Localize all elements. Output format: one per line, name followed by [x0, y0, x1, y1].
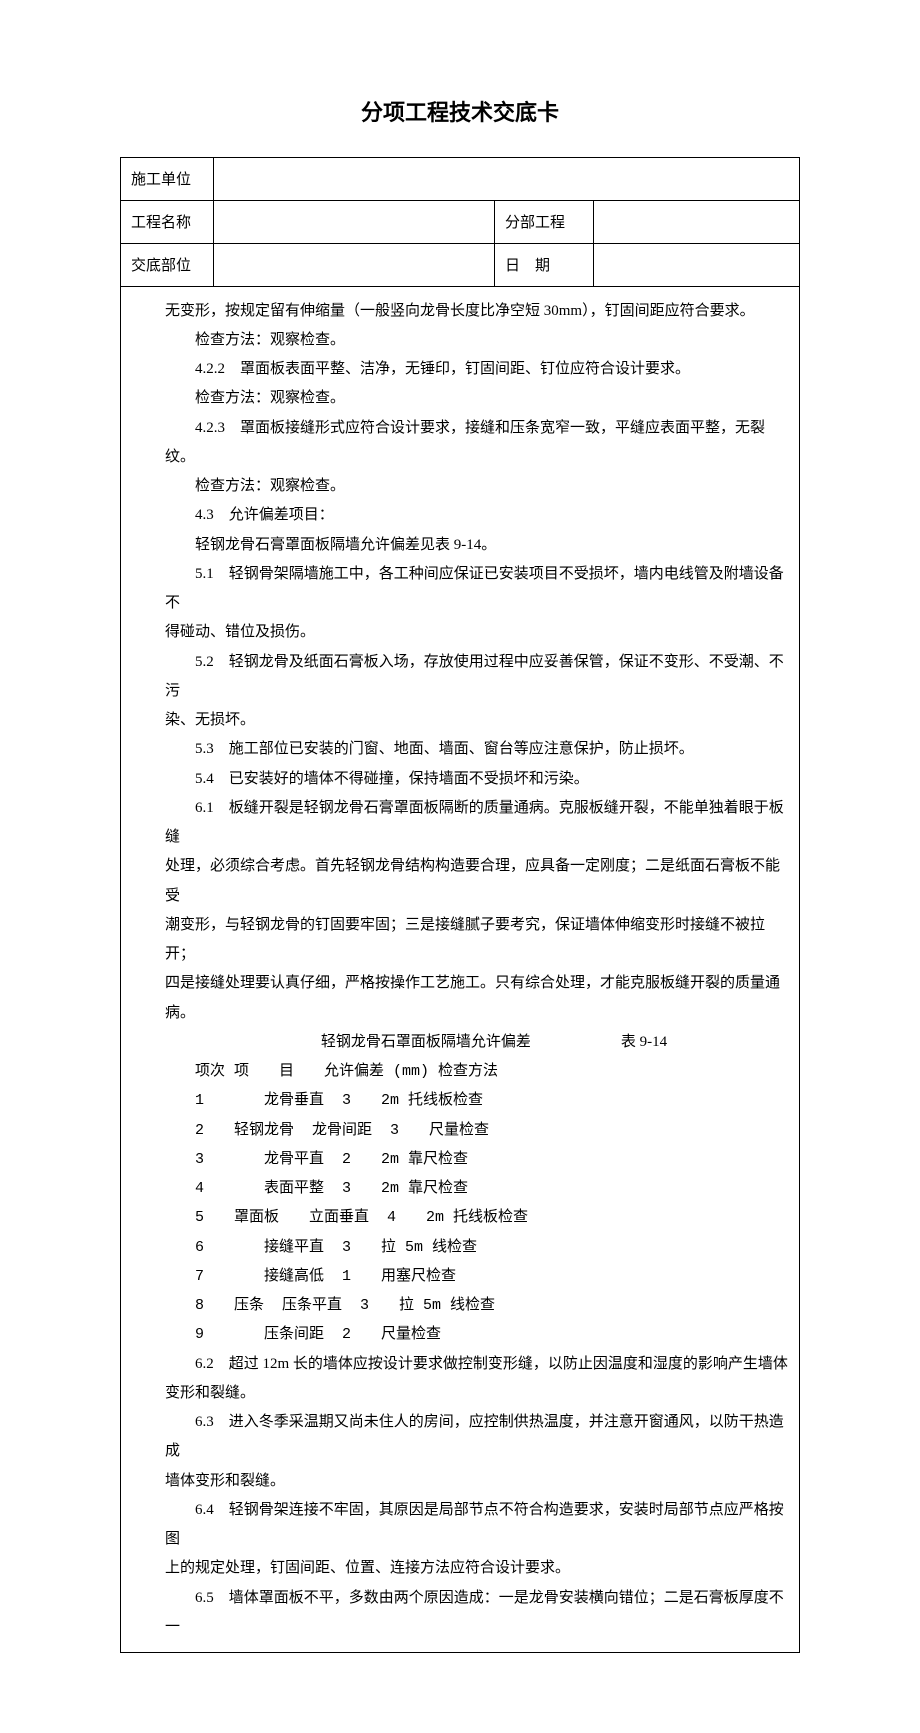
part-label: 交底部位	[121, 243, 214, 286]
para: 变形和裂缝。	[165, 1379, 793, 1408]
page-title: 分项工程技术交底卡	[120, 95, 800, 127]
para: 检查方法：观察检查。	[165, 384, 793, 413]
para: 6.5 墙体罩面板不平，多数由两个原因造成：一是龙骨安装横向错位；二是石膏板厚度…	[165, 1584, 793, 1643]
para: 上的规定处理，钉固间距、位置、连接方法应符合设计要求。	[165, 1554, 793, 1583]
tolerance-row: 4 表面平整 3 2m 靠尺检查	[165, 1174, 793, 1203]
tolerance-title: 轻钢龙骨石罩面板隔墙允许偏差 表 9-14	[165, 1028, 793, 1057]
tolerance-row: 9 压条间距 2 尺量检查	[165, 1320, 793, 1349]
para: 得碰动、错位及损伤。	[165, 618, 793, 647]
para: 5.4 已安装好的墙体不得碰撞，保持墙面不受损坏和污染。	[165, 765, 793, 794]
header-table: 施工单位 工程名称 分部工程 交底部位 日 期	[120, 157, 800, 287]
date-label: 日 期	[495, 243, 594, 286]
para: 5.2 轻钢龙骨及纸面石膏板入场，存放使用过程中应妥善保管，保证不变形、不受潮、…	[165, 648, 793, 707]
para: 6.3 进入冬季采温期又尚未住人的房间，应控制供热温度，并注意开窗通风，以防干热…	[165, 1408, 793, 1467]
sub-label: 分部工程	[495, 200, 594, 243]
tolerance-row: 2 轻钢龙骨 龙骨间距 3 尺量检查	[165, 1116, 793, 1145]
tolerance-row: 8 压条 压条平直 3 拉 5m 线检查	[165, 1291, 793, 1320]
para: 5.3 施工部位已安装的门窗、地面、墙面、窗台等应注意保护，防止损坏。	[165, 735, 793, 764]
para: 墙体变形和裂缝。	[165, 1467, 793, 1496]
tolerance-row: 7 接缝高低 1 用塞尺检查	[165, 1262, 793, 1291]
para: 检查方法：观察检查。	[165, 472, 793, 501]
tolerance-head: 项次 项 目 允许偏差 (mm) 检查方法	[165, 1057, 793, 1086]
para: 6.2 超过 12m 长的墙体应按设计要求做控制变形缝，以防止因温度和湿度的影响…	[165, 1350, 793, 1379]
para: 四是接缝处理要认真仔细，严格按操作工艺施工。只有综合处理，才能克服板缝开裂的质量…	[165, 969, 793, 1028]
project-value	[214, 200, 495, 243]
para: 轻钢龙骨石膏罩面板隔墙允许偏差见表 9-14。	[165, 531, 793, 560]
sub-value	[594, 200, 800, 243]
tolerance-row: 5 罩面板 立面垂直 4 2m 托线板检查	[165, 1203, 793, 1232]
para: 4.2.3 罩面板接缝形式应符合设计要求，接缝和压条宽窄一致，平缝应表面平整，无…	[165, 414, 793, 473]
unit-value	[214, 157, 800, 200]
para: 检查方法：观察检查。	[165, 326, 793, 355]
para: 4.3 允许偏差项目：	[165, 501, 793, 530]
para: 处理，必须综合考虑。首先轻钢龙骨结构构造要合理，应具备一定刚度；二是纸面石膏板不…	[165, 852, 793, 911]
date-value	[594, 243, 800, 286]
unit-label: 施工单位	[121, 157, 214, 200]
tolerance-row: 3 龙骨平直 2 2m 靠尺检查	[165, 1145, 793, 1174]
project-label: 工程名称	[121, 200, 214, 243]
para: 6.1 板缝开裂是轻钢龙骨石膏罩面板隔断的质量通病。克服板缝开裂，不能单独着眼于…	[165, 794, 793, 853]
para: 染、无损坏。	[165, 706, 793, 735]
para: 5.1 轻钢骨架隔墙施工中，各工种间应保证已安装项目不受损坏，墙内电线管及附墙设…	[165, 560, 793, 619]
para: 潮变形，与轻钢龙骨的钉固要牢固；三是接缝腻子要考究，保证墙体伸缩变形时接缝不被拉…	[165, 911, 793, 970]
part-value	[214, 243, 495, 286]
tolerance-row: 1 龙骨垂直 3 2m 托线板检查	[165, 1086, 793, 1115]
tolerance-row: 6 接缝平直 3 拉 5m 线检查	[165, 1233, 793, 1262]
para: 6.4 轻钢骨架连接不牢固，其原因是局部节点不符合构造要求，安装时局部节点应严格…	[165, 1496, 793, 1555]
content-body: 无变形，按规定留有伸缩量（一般竖向龙骨长度比净空短 30mm），钉固间距应符合要…	[120, 287, 800, 1654]
para: 4.2.2 罩面板表面平整、洁净，无锤印，钉固间距、钉位应符合设计要求。	[165, 355, 793, 384]
para: 无变形，按规定留有伸缩量（一般竖向龙骨长度比净空短 30mm），钉固间距应符合要…	[165, 297, 793, 326]
